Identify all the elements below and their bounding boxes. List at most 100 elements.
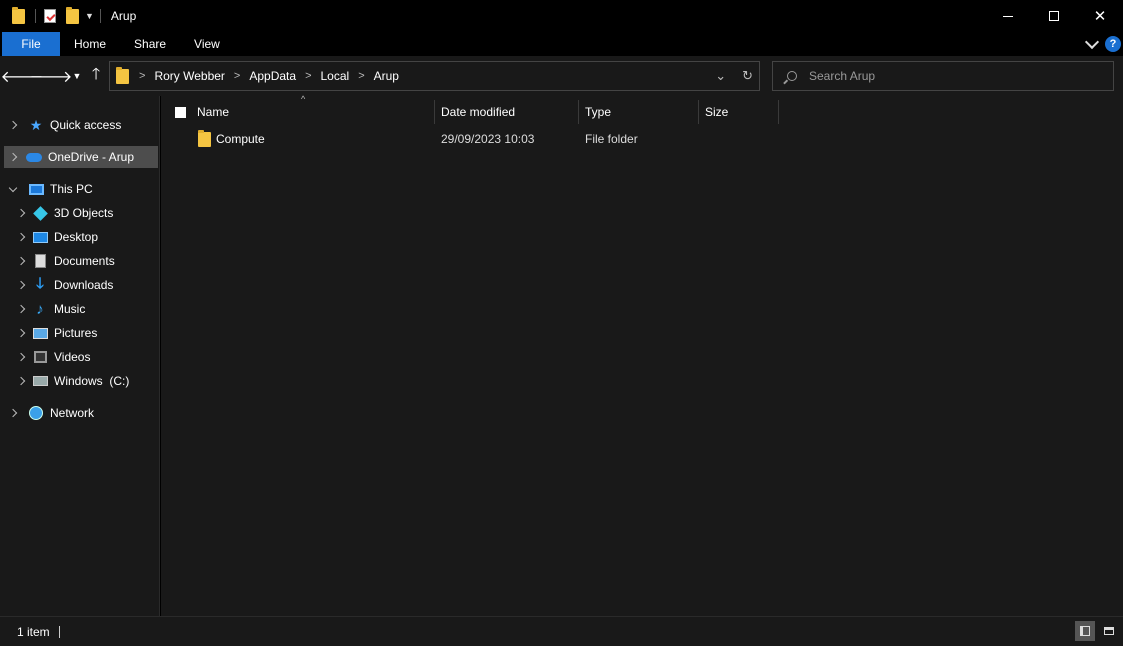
breadcrumb-separator-icon[interactable]: > xyxy=(358,70,364,82)
chevron-down-icon: ▼ xyxy=(72,71,82,81)
navigation-pane: ★ Quick access OneDrive - Arup This PC 3… xyxy=(0,96,160,616)
star-icon: ★ xyxy=(29,116,43,133)
properties-icon[interactable] xyxy=(44,9,56,23)
breadcrumb-item[interactable]: AppData xyxy=(249,69,296,83)
expand-arrow-icon[interactable] xyxy=(8,120,18,130)
tab-home[interactable]: Home xyxy=(60,32,120,56)
nav-item-label: Pictures xyxy=(54,326,98,340)
ribbon-right-controls: ? xyxy=(1084,34,1121,52)
minimize-button[interactable] xyxy=(985,0,1031,32)
nav-item-pictures[interactable]: Pictures xyxy=(0,322,158,344)
breadcrumb: Rory Webber > AppData > Local > Arup xyxy=(154,69,399,83)
details-view-button[interactable] xyxy=(1075,621,1095,641)
select-all-checkbox[interactable] xyxy=(175,106,186,118)
tab-view[interactable]: View xyxy=(180,32,234,56)
expand-arrow-icon[interactable] xyxy=(8,152,18,162)
nav-item-videos[interactable]: Videos xyxy=(0,346,158,368)
customize-toolbar-dropdown-icon[interactable]: ▼ xyxy=(85,11,94,21)
details-view-icon xyxy=(1080,626,1090,636)
file-list-pane: ^ Name Date modified Type Size Compute 2… xyxy=(161,94,1123,616)
nav-item-label: Music xyxy=(54,302,86,316)
column-header-name[interactable]: Name xyxy=(169,100,435,124)
nav-item-3d-objects[interactable]: 3D Objects xyxy=(0,202,158,224)
column-header-type[interactable]: Type xyxy=(579,100,699,124)
nav-item-onedrive[interactable]: OneDrive - Arup xyxy=(4,146,158,168)
file-type: File folder xyxy=(585,132,638,146)
maximize-icon xyxy=(1049,11,1059,21)
address-controls: ⌄ ↻ xyxy=(715,68,753,84)
nav-item-label: Downloads xyxy=(54,278,114,292)
status-bar: 1 item xyxy=(0,616,1123,646)
window-title: Arup xyxy=(110,9,137,23)
expand-arrow-icon[interactable] xyxy=(16,208,26,218)
folder-icon xyxy=(116,66,129,84)
new-folder-icon[interactable] xyxy=(66,6,79,24)
column-header-date-modified[interactable]: Date modified xyxy=(435,100,579,124)
tab-share[interactable]: Share xyxy=(120,32,180,56)
large-icons-view-icon xyxy=(1104,627,1114,635)
breadcrumb-item[interactable]: Arup xyxy=(374,69,399,83)
nav-item-documents[interactable]: Documents xyxy=(0,250,158,272)
refresh-icon[interactable]: ↻ xyxy=(742,68,753,84)
expand-arrow-icon[interactable] xyxy=(16,280,26,290)
downloads-icon: 🡓 xyxy=(36,274,44,292)
expand-arrow-icon[interactable] xyxy=(16,256,26,266)
search-input[interactable] xyxy=(809,69,1109,83)
collapse-arrow-icon[interactable] xyxy=(8,183,18,192)
file-row[interactable]: Compute 29/09/2023 10:03 File folder xyxy=(161,128,1121,150)
breadcrumb-item[interactable]: Rory Webber xyxy=(154,69,224,83)
onedrive-cloud-icon xyxy=(26,150,42,164)
address-history-chevron-icon[interactable]: ⌄ xyxy=(715,68,726,84)
nav-item-music[interactable]: ♪ Music xyxy=(0,298,158,320)
breadcrumb-item[interactable]: Local xyxy=(321,69,350,83)
nav-item-label: Documents xyxy=(54,254,115,268)
file-date-modified: 29/09/2023 10:03 xyxy=(441,132,535,146)
up-arrow-icon: 🡑 xyxy=(91,65,101,83)
documents-icon xyxy=(32,254,48,268)
close-button[interactable]: ✕ xyxy=(1077,0,1123,32)
tab-file[interactable]: File xyxy=(2,32,60,56)
expand-arrow-icon[interactable] xyxy=(16,232,26,242)
window-controls: ✕ xyxy=(985,0,1123,32)
forward-button[interactable]: 🡒 xyxy=(30,66,73,86)
file-name: Compute xyxy=(216,132,265,146)
column-header-label: Name xyxy=(197,105,230,119)
nav-item-network[interactable]: Network xyxy=(0,402,158,424)
maximize-button[interactable] xyxy=(1031,0,1077,32)
expand-arrow-icon[interactable] xyxy=(16,376,26,386)
nav-item-quick-access[interactable]: ★ Quick access xyxy=(0,114,158,136)
title-bar: ▼ Arup ✕ xyxy=(0,0,1123,32)
folder-icon xyxy=(12,6,25,24)
nav-item-windows-drive[interactable]: Windows (C:) xyxy=(0,370,158,392)
expand-ribbon-chevron-icon[interactable] xyxy=(1084,34,1100,50)
up-button[interactable]: 🡑 xyxy=(85,66,107,86)
quick-access-toolbar: ▼ xyxy=(0,6,105,24)
toolbar-separator xyxy=(35,9,36,23)
nav-item-desktop[interactable]: Desktop xyxy=(0,226,158,248)
nav-item-downloads[interactable]: 🡓 Downloads xyxy=(0,274,158,296)
nav-item-label: Videos xyxy=(54,350,91,364)
expand-arrow-icon[interactable] xyxy=(16,352,26,362)
column-headers: ^ Name Date modified Type Size xyxy=(161,94,1121,126)
search-box[interactable] xyxy=(772,61,1114,91)
breadcrumb-separator-icon[interactable]: > xyxy=(305,70,311,82)
search-icon xyxy=(787,71,797,81)
toolbar-separator xyxy=(99,9,101,23)
column-header-label: Type xyxy=(585,105,612,119)
help-icon[interactable]: ? xyxy=(1105,36,1121,52)
breadcrumb-separator-icon[interactable]: > xyxy=(234,70,240,82)
large-icons-view-button[interactable] xyxy=(1099,621,1119,641)
column-header-label: Size xyxy=(705,105,729,119)
3d-objects-icon xyxy=(32,205,48,221)
nav-item-label: OneDrive - Arup xyxy=(48,150,135,164)
column-header-size[interactable]: Size xyxy=(699,100,779,124)
nav-item-label: 3D Objects xyxy=(54,206,114,220)
address-bar[interactable]: > Rory Webber > AppData > Local > Arup ⌄… xyxy=(109,61,760,91)
nav-item-label: Network xyxy=(50,406,95,420)
nav-item-this-pc[interactable]: This PC xyxy=(0,178,158,200)
expand-arrow-icon[interactable] xyxy=(8,408,18,418)
ribbon-tabs: File Home Share View ? xyxy=(0,32,1123,56)
expand-arrow-icon[interactable] xyxy=(16,328,26,338)
network-icon xyxy=(28,406,44,420)
expand-arrow-icon[interactable] xyxy=(16,304,26,314)
